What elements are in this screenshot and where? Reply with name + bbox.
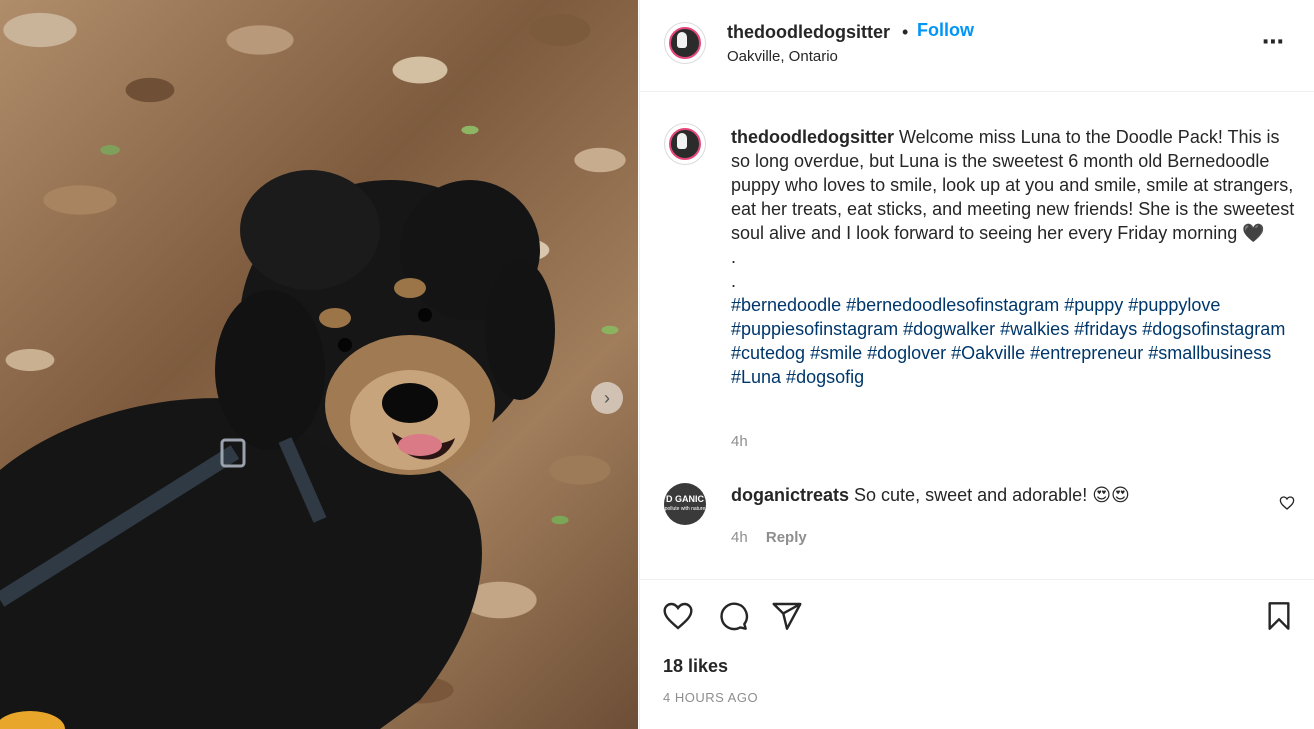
paper-plane-icon[interactable]	[771, 600, 803, 632]
commenter-avatar-subtext: pollute with nature	[664, 506, 706, 512]
dog-logo-icon	[677, 133, 687, 149]
heart-icon[interactable]	[662, 600, 694, 632]
post-time-ago[interactable]: 4 HOURS AGO	[663, 690, 758, 705]
commenter-avatar[interactable]: D GANIC pollute with nature	[664, 483, 706, 525]
follow-button[interactable]: Follow	[917, 20, 974, 41]
commenter-username[interactable]: doganictreats	[731, 485, 849, 505]
post-actions: 18 likes 4 HOURS AGO	[640, 579, 1314, 729]
post-side-panel: thedoodledogsitter • Follow Oakville, On…	[639, 0, 1314, 729]
author-avatar[interactable]	[664, 22, 706, 64]
author-username[interactable]: thedoodledogsitter	[727, 22, 890, 43]
comment-timestamp[interactable]: 4h	[731, 529, 748, 546]
likes-count[interactable]: 18 likes	[663, 656, 728, 677]
caption-dot-1: .	[731, 247, 737, 267]
chevron-right-icon: ›	[604, 388, 610, 408]
reply-button[interactable]: Reply	[766, 529, 807, 546]
caption-timestamp[interactable]: 4h	[731, 433, 748, 450]
dog-logo-icon	[677, 32, 687, 48]
comment-meta: 4h Reply	[731, 529, 807, 546]
dog-photo-illustration	[0, 170, 555, 729]
caption-text: thedoodledogsitter Welcome miss Luna to …	[731, 125, 1301, 389]
comment-bubble-icon[interactable]	[717, 600, 749, 632]
caption-dot-2: .	[731, 271, 737, 291]
comment-like-heart-icon[interactable]	[1279, 495, 1295, 511]
caption-author-avatar[interactable]	[664, 123, 706, 165]
comment-text: doganictreats So cute, sweet and adorabl…	[731, 485, 1130, 506]
post-photo[interactable]: ›	[0, 0, 638, 729]
post-header: thedoodledogsitter • Follow Oakville, On…	[640, 0, 1314, 92]
bookmark-icon[interactable]	[1263, 600, 1295, 632]
carousel-next-button[interactable]: ›	[591, 382, 623, 414]
commenter-avatar-text: D GANIC	[666, 494, 704, 504]
post-location[interactable]: Oakville, Ontario	[727, 48, 838, 65]
comments-section[interactable]: thedoodledogsitter Welcome miss Luna to …	[640, 93, 1314, 579]
caption-username[interactable]: thedoodledogsitter	[731, 127, 894, 147]
more-options-icon[interactable]: ⋯	[1262, 31, 1285, 53]
caption-hashtags[interactable]: #bernedoodle #bernedoodlesofinstagram #p…	[731, 293, 1301, 389]
separator-dot: •	[902, 22, 909, 42]
comment-body: So cute, sweet and adorable! 😍😍	[849, 485, 1130, 505]
